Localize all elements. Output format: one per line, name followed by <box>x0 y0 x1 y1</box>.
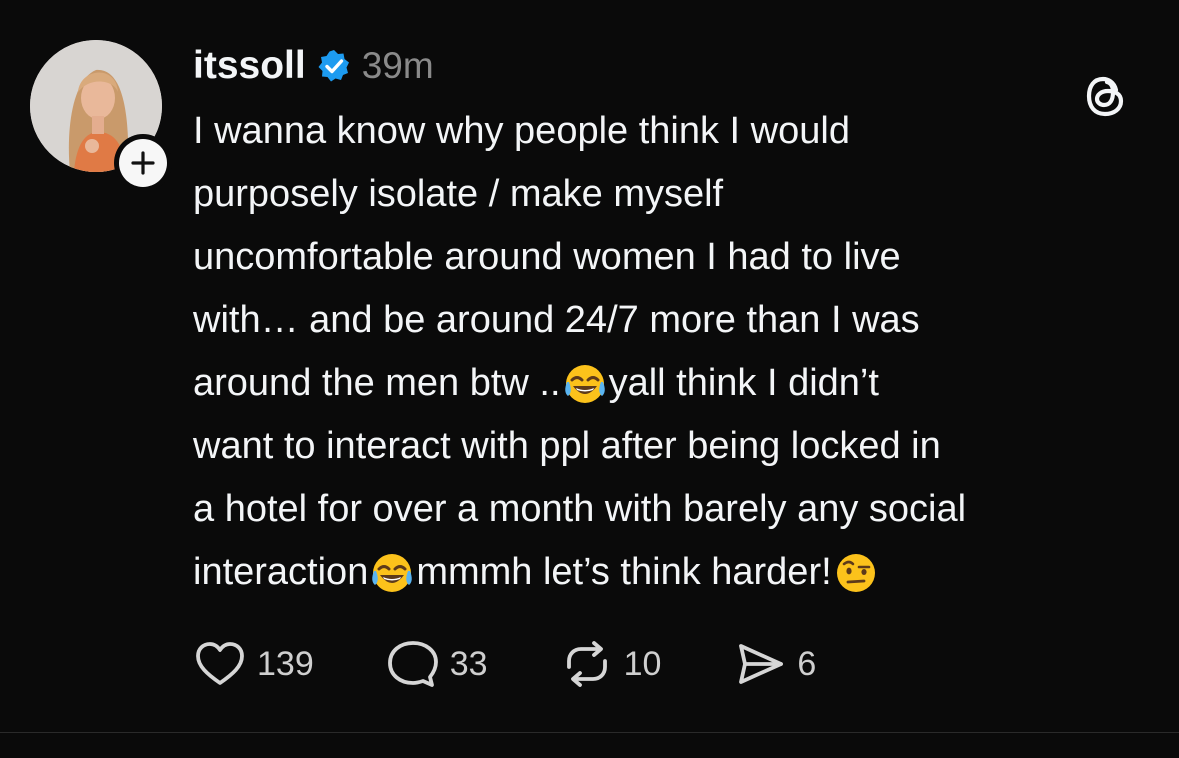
post-line: uncomfortable around women I had to live <box>193 226 1153 289</box>
post-text: I wanna know why people think I would <box>193 110 850 152</box>
post-line: around the men btw .. yall think I didn’… <box>193 352 1153 415</box>
post-line: with… and be around 24/7 more than I was <box>193 289 1153 352</box>
post-text: mmmh let’s think harder! <box>416 551 832 593</box>
post-text: a hotel for over a month with barely any… <box>193 488 967 530</box>
author-avatar-group <box>30 40 172 192</box>
post-header: itssoll 39m <box>193 40 434 92</box>
post-body: I wanna know why people think I would pu… <box>193 100 1153 604</box>
post-line: I wanna know why people think I would <box>193 100 1153 163</box>
post-actions: 139 33 10 6 <box>193 636 816 692</box>
repost-icon <box>566 641 607 687</box>
comment-icon <box>387 641 438 687</box>
laughing-emoji-icon <box>564 364 605 403</box>
post-line: want to interact with ppl after being lo… <box>193 415 1153 478</box>
post-text: want to interact with ppl after being lo… <box>193 425 941 467</box>
post-text: purposely isolate / make myself <box>193 173 724 215</box>
repost-count: 10 <box>623 644 662 683</box>
share-count: 6 <box>797 644 817 683</box>
threads-post: itssoll 39m I wanna know why people thin… <box>0 0 1179 730</box>
post-text: yall think I didn’t <box>608 362 879 404</box>
post-line: purposely isolate / make myself <box>193 163 1153 226</box>
username[interactable]: itssoll <box>193 44 306 88</box>
post-timestamp: 39m <box>361 45 434 86</box>
post-text: with… and be around 24/7 more than I was <box>193 299 920 341</box>
repost-button[interactable]: 10 <box>560 639 662 689</box>
post-text: interaction <box>193 551 369 593</box>
follow-button[interactable] <box>114 134 172 192</box>
heart-icon <box>196 642 244 685</box>
laughing-emoji-icon <box>372 553 413 592</box>
post-line: interaction mmmh let’s think harder! <box>193 541 1153 604</box>
post-divider <box>0 732 1179 733</box>
post-text: around the men btw .. <box>193 362 561 404</box>
reply-button[interactable]: 33 <box>386 639 488 689</box>
plus-icon <box>131 151 155 175</box>
reply-count: 33 <box>449 644 488 683</box>
send-icon <box>739 644 784 684</box>
like-button[interactable]: 139 <box>193 639 314 689</box>
share-button[interactable]: 6 <box>733 639 816 689</box>
verified-badge-icon <box>318 50 349 82</box>
like-count: 139 <box>257 644 314 683</box>
raised-eyebrow-emoji-icon <box>836 553 875 592</box>
post-text: uncomfortable around women I had to live <box>193 236 901 278</box>
post-line: a hotel for over a month with barely any… <box>193 478 1153 541</box>
